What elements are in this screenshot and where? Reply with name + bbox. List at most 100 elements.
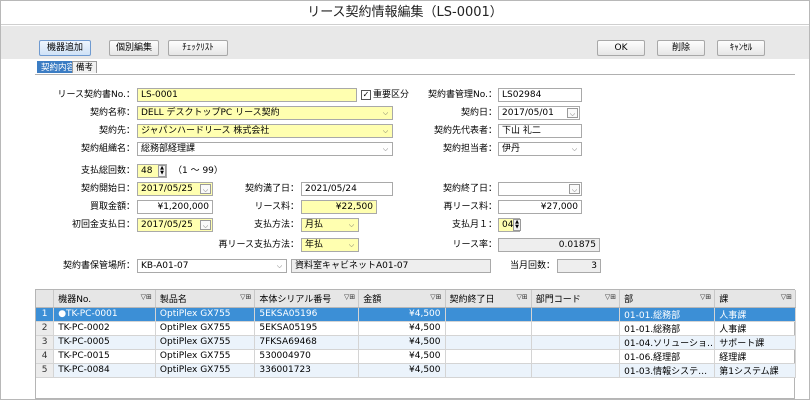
contractor-rep-input[interactable]: 下山 礼二 bbox=[498, 124, 582, 138]
ok-button[interactable]: OK bbox=[597, 40, 645, 56]
org-input[interactable]: 総務部経理課 ⌵ bbox=[137, 142, 393, 156]
chevron-down-icon[interactable]: ⌵ bbox=[380, 108, 391, 118]
cell-product[interactable]: OptiPlex GX755 bbox=[155, 335, 256, 350]
cell-dept-code[interactable] bbox=[531, 363, 621, 378]
delete-button[interactable]: 削除 bbox=[657, 40, 705, 56]
cell-section[interactable]: 第1システム課 bbox=[714, 363, 796, 378]
cell-end-date[interactable] bbox=[445, 321, 532, 336]
cell-equipment-no[interactable]: TK-PC-0005 bbox=[53, 335, 156, 350]
cell-product[interactable]: OptiPlex GX755 bbox=[155, 307, 256, 322]
edit-individual-button[interactable]: 個別編集 bbox=[109, 40, 159, 56]
cell-dept-code[interactable] bbox=[531, 335, 621, 350]
contract-no-input[interactable]: LS-0001 bbox=[137, 88, 357, 102]
chevron-down-icon[interactable]: ⌵ bbox=[346, 240, 357, 250]
release-fee-input[interactable]: ¥27,000 bbox=[498, 200, 582, 214]
contract-date-input[interactable]: 2017/05/01 ⌵ bbox=[498, 106, 580, 120]
cell-product[interactable]: OptiPlex GX755 bbox=[155, 363, 256, 378]
priority-checkbox[interactable]: ✓ bbox=[361, 90, 371, 100]
table-row[interactable]: 5 TK-PC-0084 OptiPlex GX755 336001723 ¥4… bbox=[36, 363, 796, 378]
chevron-down-icon[interactable]: ⌵ bbox=[380, 126, 391, 136]
col-header-serial[interactable]: 本体シリアル番号 ▽⊞ bbox=[254, 290, 360, 308]
start-date-input[interactable]: 2017/05/25 ⌵ bbox=[137, 182, 213, 196]
cell-section[interactable]: 経理課 bbox=[714, 349, 796, 364]
col-header-dept[interactable]: 部 ▽⊞ bbox=[619, 290, 716, 308]
cell-amount[interactable]: ¥4,500 bbox=[358, 321, 446, 336]
chevron-down-icon[interactable]: ⌵ bbox=[346, 220, 357, 230]
spinner-arrows-icon[interactable]: ▲ ▼ bbox=[158, 165, 166, 177]
cell-equipment-no[interactable]: TK-PC-0002 bbox=[53, 321, 156, 336]
col-header-amount[interactable]: 金額 ▽⊞ bbox=[358, 290, 446, 308]
person-input[interactable]: 伊丹 ⌵ bbox=[498, 142, 582, 156]
contractor-input[interactable]: ジャパンハードリース 株式会社 ⌵ bbox=[137, 124, 393, 138]
chevron-down-icon[interactable]: ⌵ bbox=[200, 184, 211, 194]
cell-serial[interactable]: 5EKSA05195 bbox=[254, 321, 360, 336]
cell-section[interactable]: サポート課 bbox=[714, 335, 796, 350]
chevron-down-icon[interactable]: ⌵ bbox=[380, 144, 391, 154]
cell-dept[interactable]: 01-01.総務部 bbox=[619, 307, 716, 322]
cell-end-date[interactable] bbox=[445, 307, 532, 322]
cell-serial[interactable]: 5EKSA05196 bbox=[254, 307, 360, 322]
filter-icon[interactable]: ▽⊞ bbox=[141, 293, 152, 301]
filter-icon[interactable]: ▽⊞ bbox=[344, 293, 355, 301]
add-equipment-button[interactable]: 機器追加 bbox=[39, 40, 91, 56]
cell-serial[interactable]: 336001723 bbox=[254, 363, 360, 378]
filter-icon[interactable]: ▽⊞ bbox=[430, 293, 441, 301]
col-header-end-date[interactable]: 契約終了日 ▽⊞ bbox=[445, 290, 532, 308]
cell-amount[interactable]: ¥4,500 bbox=[358, 349, 446, 364]
cell-serial[interactable]: 7FKSA69468 bbox=[254, 335, 360, 350]
first-pay-input[interactable]: 2017/05/25 ⌵ bbox=[137, 218, 213, 232]
table-row[interactable]: 3 TK-PC-0005 OptiPlex GX755 7FKSA69468 ¥… bbox=[36, 335, 796, 350]
lease-fee-input[interactable]: ¥22,500 bbox=[301, 200, 377, 214]
cell-amount[interactable]: ¥4,500 bbox=[358, 335, 446, 350]
chevron-down-icon[interactable]: ⌵ bbox=[274, 261, 285, 271]
cell-end-date[interactable] bbox=[445, 363, 532, 378]
filter-icon[interactable]: ▽⊞ bbox=[605, 293, 616, 301]
col-header-section[interactable]: 課 ▽⊞ bbox=[714, 290, 796, 308]
filter-icon[interactable]: ▽⊞ bbox=[781, 293, 792, 301]
cell-product[interactable]: OptiPlex GX755 bbox=[155, 321, 256, 336]
cell-dept-code[interactable] bbox=[531, 321, 621, 336]
expiry-date-input[interactable]: 2021/05/24 bbox=[301, 182, 393, 196]
cell-product[interactable]: OptiPlex GX755 bbox=[155, 349, 256, 364]
end-date-input[interactable]: ⌵ bbox=[498, 182, 582, 196]
col-header-product[interactable]: 製品名 ▽⊞ bbox=[155, 290, 256, 308]
spinner-arrows-icon[interactable]: ▲ ▼ bbox=[513, 219, 521, 231]
col-header-equipment-no[interactable]: 機器No. ▽⊞ bbox=[53, 290, 156, 308]
filter-icon[interactable]: ▽⊞ bbox=[240, 293, 251, 301]
chevron-down-icon[interactable]: ⌵ bbox=[569, 144, 580, 154]
cell-amount[interactable]: ¥4,500 bbox=[358, 363, 446, 378]
cell-dept[interactable]: 01-04.ソリューショ… bbox=[619, 335, 716, 350]
cell-section[interactable]: 人事課 bbox=[714, 307, 796, 322]
purchase-input[interactable]: ¥1,200,000 bbox=[137, 200, 213, 214]
table-row[interactable]: 4 TK-PC-0015 OptiPlex GX755 530004970 ¥4… bbox=[36, 349, 796, 364]
filter-icon[interactable]: ▽⊞ bbox=[700, 293, 711, 301]
cell-dept[interactable]: 01-06.経理部 bbox=[619, 349, 716, 364]
cell-section[interactable]: 人事課 bbox=[714, 321, 796, 336]
contract-name-input[interactable]: DELL デスクトップPC リース契約 ⌵ bbox=[137, 106, 393, 120]
cell-dept-code[interactable] bbox=[531, 307, 621, 322]
chevron-down-icon[interactable]: ⌵ bbox=[567, 108, 578, 118]
cell-amount[interactable]: ¥4,500 bbox=[358, 307, 446, 322]
cell-serial[interactable]: 530004970 bbox=[254, 349, 360, 364]
cell-dept-code[interactable] bbox=[531, 349, 621, 364]
cancel-button[interactable]: ｷｬﾝｾﾙ bbox=[717, 40, 765, 56]
cell-equipment-no[interactable]: TK-PC-0015 bbox=[53, 349, 156, 364]
cell-equipment-no[interactable]: ●TK-PC-0001 bbox=[53, 307, 156, 322]
col-header-dept-code[interactable]: 部門コード ▽⊞ bbox=[531, 290, 621, 308]
filter-icon[interactable]: ▽⊞ bbox=[516, 293, 527, 301]
cell-end-date[interactable] bbox=[445, 335, 532, 350]
doc-no-input[interactable]: LS02984 bbox=[498, 88, 582, 102]
pay-method-select[interactable]: 月払 ⌵ bbox=[301, 218, 359, 232]
cell-equipment-no[interactable]: TK-PC-0084 bbox=[53, 363, 156, 378]
repay-method-select[interactable]: 年払 ⌵ bbox=[301, 238, 359, 252]
table-row[interactable]: 1 ●TK-PC-0001 OptiPlex GX755 5EKSA05196 … bbox=[36, 307, 796, 322]
storage-select[interactable]: KB-A01-07 ⌵ bbox=[137, 259, 287, 273]
table-row[interactable]: 2 TK-PC-0002 OptiPlex GX755 5EKSA05195 ¥… bbox=[36, 321, 796, 336]
cell-end-date[interactable] bbox=[445, 349, 532, 364]
tab-remarks[interactable]: 備考 bbox=[72, 61, 98, 73]
cell-dept[interactable]: 01-03.情報システ… bbox=[619, 363, 716, 378]
cell-dept[interactable]: 01-01.総務部 bbox=[619, 321, 716, 336]
checklist-button[interactable]: ﾁｪｯｸﾘｽﾄ bbox=[168, 40, 228, 56]
chevron-down-icon[interactable]: ⌵ bbox=[200, 220, 211, 230]
chevron-down-icon[interactable]: ⌵ bbox=[569, 184, 580, 194]
